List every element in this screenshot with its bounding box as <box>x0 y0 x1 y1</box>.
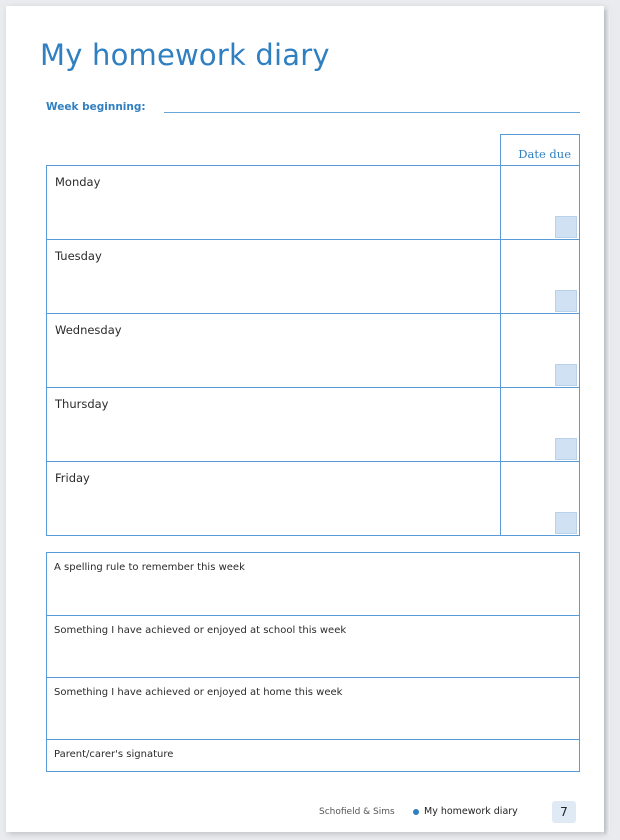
day-label: Tuesday <box>55 249 102 263</box>
day-row-tuesday: Tuesday <box>47 240 579 314</box>
page-edge-shadow <box>604 10 610 834</box>
note-label: Something I have achieved or enjoyed at … <box>54 687 343 698</box>
week-beginning-label: Week beginning: <box>46 101 146 113</box>
tick-box[interactable] <box>555 216 577 238</box>
day-label: Monday <box>55 175 101 189</box>
days-table: Monday Tuesday Wednesday Thursday Friday <box>46 165 580 536</box>
note-row-school-achievement[interactable]: Something I have achieved or enjoyed at … <box>47 616 579 678</box>
day-label: Friday <box>55 471 90 485</box>
date-due-cell[interactable] <box>500 240 579 314</box>
note-row-parent-signature[interactable]: Parent/carer's signature <box>47 740 579 771</box>
date-due-cell[interactable] <box>500 462 579 536</box>
day-row-wednesday: Wednesday <box>47 314 579 388</box>
date-due-header: Date due <box>500 134 580 165</box>
week-beginning-row: Week beginning: <box>46 101 580 117</box>
notes-table: A spelling rule to remember this week So… <box>46 552 580 772</box>
day-label: Wednesday <box>55 323 122 337</box>
note-label: A spelling rule to remember this week <box>54 562 245 573</box>
note-label: Something I have achieved or enjoyed at … <box>54 625 347 636</box>
day-row-thursday: Thursday <box>47 388 579 462</box>
tick-box[interactable] <box>555 364 577 386</box>
day-label: Thursday <box>55 397 109 411</box>
tick-box[interactable] <box>555 438 577 460</box>
note-row-spelling-rule[interactable]: A spelling rule to remember this week <box>47 553 579 616</box>
note-label: Parent/carer's signature <box>54 749 174 760</box>
footer-book-title: My homework diary <box>424 806 518 817</box>
page-footer: Schofield & Sims My homework diary 7 <box>306 801 586 823</box>
tick-box[interactable] <box>555 512 577 534</box>
day-row-friday: Friday <box>47 462 579 536</box>
page-title: My homework diary <box>40 38 330 72</box>
page-number: 7 <box>552 801 576 823</box>
note-row-home-achievement[interactable]: Something I have achieved or enjoyed at … <box>47 678 579 740</box>
day-row-monday: Monday <box>47 166 579 240</box>
footer-publisher: Schofield & Sims <box>319 807 395 817</box>
date-due-cell[interactable] <box>500 388 579 462</box>
diary-page: My homework diary Week beginning: Date d… <box>6 6 604 832</box>
date-due-cell[interactable] <box>500 314 579 388</box>
tick-box[interactable] <box>555 290 577 312</box>
week-beginning-line[interactable] <box>164 112 580 113</box>
bullet-icon <box>413 809 419 815</box>
date-due-cell[interactable] <box>500 166 579 240</box>
